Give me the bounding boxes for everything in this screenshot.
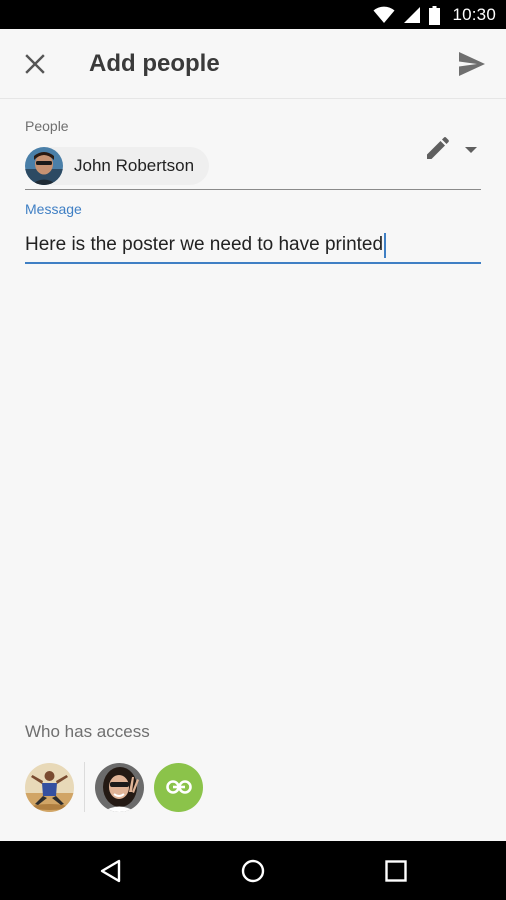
recipient-chip[interactable]: John Robertson [25, 147, 209, 185]
navigation-bar [0, 841, 506, 900]
status-bar: 10:30 [0, 0, 506, 29]
send-icon [459, 52, 485, 76]
text-caret [384, 232, 387, 258]
edit-icon [427, 137, 449, 159]
send-button[interactable] [458, 51, 486, 77]
dropdown-icon [465, 147, 477, 153]
edit-permission-button[interactable] [424, 136, 450, 162]
access-list [25, 762, 203, 812]
message-label: Message [25, 201, 82, 217]
access-label: Who has access [25, 722, 150, 741]
link-icon [165, 780, 192, 794]
close-button[interactable] [22, 51, 48, 77]
message-field-underline [25, 262, 481, 264]
access-avatar-collaborator[interactable] [95, 762, 144, 812]
permission-dropdown[interactable] [462, 143, 480, 155]
people-field-underline [25, 189, 481, 190]
share-link-button[interactable] [154, 762, 203, 812]
signal-icon [404, 7, 421, 23]
recipient-name: John Robertson [74, 156, 195, 175]
app-bar: Add people [0, 29, 506, 99]
message-input[interactable]: Here is the poster we need to have print… [25, 230, 481, 260]
home-icon[interactable] [241, 859, 265, 883]
access-avatar-owner[interactable] [25, 762, 74, 812]
battery-icon [429, 5, 441, 25]
message-text: Here is the poster we need to have print… [25, 234, 384, 255]
avatar [25, 147, 63, 185]
people-label: People [25, 118, 69, 134]
status-time: 10:30 [452, 5, 496, 24]
access-divider [84, 762, 85, 812]
page-title: Add people [89, 50, 220, 77]
back-icon[interactable] [100, 859, 122, 883]
close-icon [25, 54, 45, 74]
recents-icon[interactable] [385, 860, 407, 882]
wifi-icon [373, 6, 395, 23]
status-icons: 10:30 [373, 4, 496, 26]
